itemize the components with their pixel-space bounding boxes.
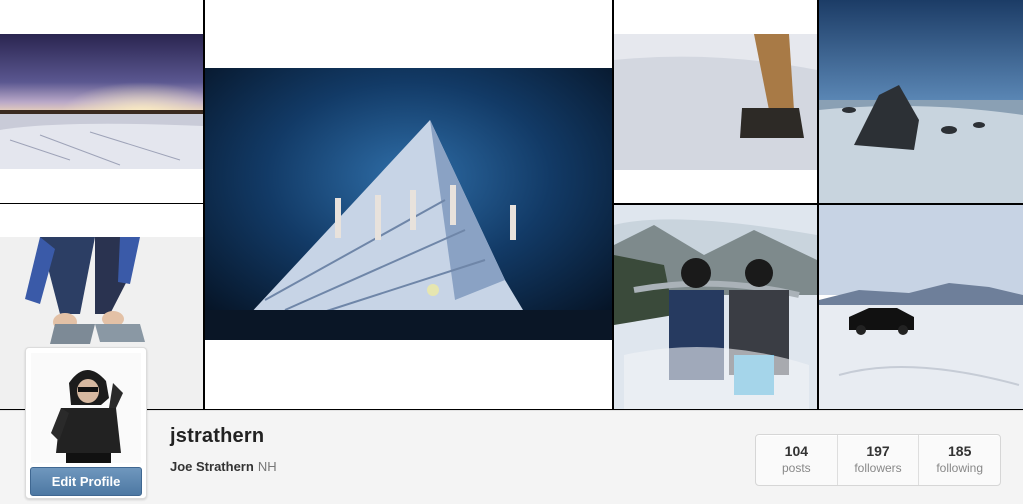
ski-lift-selfie-photo[interactable] [614,205,817,409]
following-count: 185 [948,443,972,459]
night-sky-snow-photo[interactable] [0,0,203,203]
profile-avatar-card: Edit Profile [25,347,147,499]
edit-profile-button[interactable]: Edit Profile [30,467,142,496]
profile-full-name-line: Joe Strathern NH [170,459,277,474]
profile-stats: 104 posts 197 followers 185 following [755,434,1001,486]
rock-in-water-photo[interactable] [819,0,1023,203]
car-on-frozen-lake-photo[interactable] [819,205,1023,409]
following-stat[interactable]: 185 following [919,435,1000,485]
concert-pyramid-stage-photo[interactable] [205,0,612,409]
boots-in-snow-photo[interactable] [614,0,817,203]
posts-count: 104 [784,443,809,459]
profile-full-name: Joe Strathern [170,459,254,474]
posts-label: posts [781,461,811,475]
profile-username: jstrathern [170,425,265,447]
grid-divider [614,203,1023,205]
profile-location: NH [257,459,277,474]
following-label: following [936,461,984,475]
followers-count: 197 [866,443,890,459]
grid-divider [0,203,203,204]
grid-divider [203,0,205,409]
posts-stat[interactable]: 104 posts [756,435,838,485]
followers-label: followers [854,461,902,475]
avatar[interactable] [31,353,141,463]
followers-stat[interactable]: 197 followers [838,435,920,485]
